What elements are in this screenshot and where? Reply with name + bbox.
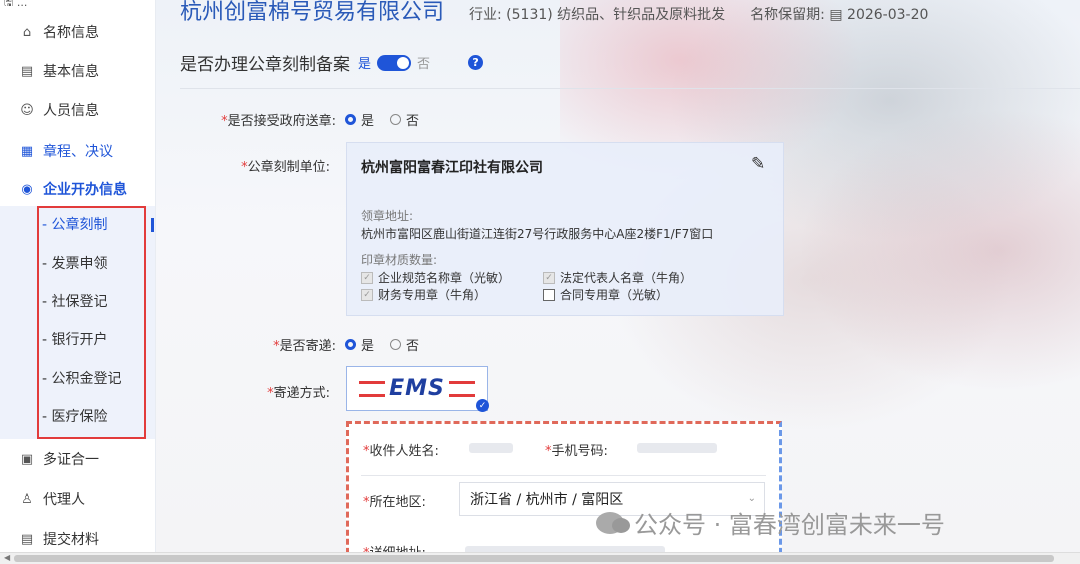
header-divider: [180, 88, 1080, 89]
checkbox-empty-icon: [543, 288, 555, 301]
ems-wing-icon: [448, 380, 475, 397]
sidebar-item-label: 多证合一: [43, 452, 99, 468]
people-icon: ☺: [20, 102, 34, 118]
submit-icon: ▤: [20, 531, 34, 547]
mail-no-label: 否: [406, 339, 420, 354]
sidebar-item-articles[interactable]: ▦ 章程、决议: [0, 133, 155, 169]
gov-seal-yes-radio[interactable]: [345, 114, 356, 125]
checkbox-checked-icon: ✓: [543, 271, 555, 284]
seal-item-checkbox: ✓ 财务专用章（牛角）: [361, 286, 486, 303]
sidebar-item-label: 企业开办信息: [43, 182, 127, 198]
recipient-name-input[interactable]: [469, 443, 513, 453]
gov-seal-no-radio[interactable]: [390, 114, 402, 125]
sidebar-item-personnel-info[interactable]: ☺ 人员信息: [0, 92, 155, 128]
pickup-address-label: 领章地址:: [361, 209, 414, 223]
sidebar-item-basic-info[interactable]: ▤ 基本信息: [0, 53, 155, 89]
sidebar-item-label: 代理人: [43, 492, 85, 508]
main-content: 杭州创富棉号贸易有限公司 行业: (5131) 纺织品、针织品及原料批发 名称保…: [156, 0, 1080, 563]
sidebar-top-snippet: 🖫 ...: [4, 0, 27, 6]
company-header: 杭州创富棉号贸易有限公司 行业: (5131) 纺织品、针织品及原料批发 名称保…: [180, 0, 928, 26]
sidebar-item-label: 人员信息: [43, 103, 99, 119]
stack-icon: ▣: [20, 451, 34, 467]
building-icon: ◉: [21, 181, 33, 197]
seal-filing-question: 是否办理公章刻制备案 是 否 ?: [180, 50, 484, 75]
phone-label: *手机号码:: [545, 444, 608, 459]
seal-material-label: 印章材质数量:: [361, 253, 438, 267]
seal-item-checkbox[interactable]: 合同专用章（光敏）: [543, 286, 668, 303]
reserve-date: 名称保留期: ▤ 2026-03-20: [750, 7, 929, 23]
watermark-text: 公众号 · 富春湾创富未来一号: [634, 511, 945, 539]
industry-text: 行业: (5131) 纺织品、针织品及原料批发: [469, 7, 726, 23]
sidebar-item-agent[interactable]: ♙ 代理人: [0, 481, 155, 517]
seal-item-checkbox: ✓ 企业规范名称章（光敏）: [361, 269, 510, 286]
checkbox-checked-icon: ✓: [361, 288, 373, 301]
agent-icon: ♙: [21, 491, 33, 507]
ems-wing-icon: [359, 380, 386, 397]
document-icon: ▦: [20, 143, 34, 159]
checkbox-checked-icon: ✓: [361, 271, 373, 284]
region-label: *所在地区:: [363, 495, 426, 510]
sidebar: 🖫 ... ⌂ 名称信息 ▤ 基本信息 ☺ 人员信息 ▦ 章程、决议 ◉ 企业开…: [0, 0, 156, 563]
seal-unit-card: 杭州富阳富春江印社有限公司 ✎ 领章地址: 杭州市富阳区鹿山街道江连街27号行政…: [346, 142, 784, 316]
scroll-left-icon[interactable]: ◀: [4, 553, 10, 562]
delivery-label: *寄递方式:: [267, 386, 330, 401]
gov-seal-no-label: 否: [406, 114, 420, 129]
mail-yes-label: 是: [361, 339, 375, 354]
form-divider: [361, 475, 766, 476]
toggle-no-label: 否: [417, 57, 431, 72]
sidebar-item-label: 章程、决议: [43, 144, 113, 160]
ems-option[interactable]: EMS ✓: [346, 366, 489, 412]
mail-no-radio[interactable]: [390, 339, 402, 350]
company-name: 杭州创富棉号贸易有限公司: [180, 0, 445, 25]
list-icon: ▤: [20, 63, 34, 79]
sidebar-item-label: 名称信息: [43, 25, 99, 41]
sidebar-item-enterprise-opening[interactable]: ◉ 企业开办信息: [0, 171, 155, 207]
selected-check-icon: ✓: [476, 399, 489, 412]
question-text: 是否办理公章刻制备案: [180, 55, 350, 75]
mail-yes-radio[interactable]: [345, 339, 356, 350]
gov-seal-radio-group: 是 否: [345, 110, 419, 129]
recipient-name-label: *收件人姓名:: [363, 444, 439, 459]
phone-input[interactable]: [637, 443, 717, 453]
ems-logo: EMS: [389, 376, 445, 401]
horizontal-scrollbar[interactable]: ◀: [0, 552, 1080, 564]
sidebar-item-label: 提交材料: [43, 532, 99, 548]
seal-item-checkbox: ✓ 法定代表人名章（牛角）: [543, 269, 692, 286]
scrollbar-thumb[interactable]: [14, 555, 1054, 562]
seal-unit-label: *公章刻制单位:: [241, 160, 330, 175]
chevron-down-icon: ⌄: [747, 493, 756, 504]
sidebar-item-multi-cert[interactable]: ▣ 多证合一: [0, 441, 155, 477]
home-icon: ⌂: [22, 24, 32, 40]
toggle-yes-label: 是: [358, 57, 372, 72]
wechat-icon: [596, 511, 630, 534]
seal-company-name: 杭州富阳富春江印社有限公司: [361, 160, 543, 176]
subnav-highlight-box: [37, 206, 146, 439]
active-indicator: [151, 218, 154, 232]
gov-seal-label: *是否接受政府送章:: [221, 114, 336, 129]
mail-label: *是否寄递:: [273, 339, 336, 354]
watermark: 公众号 · 富春湾创富未来一号: [596, 505, 945, 540]
gov-seal-yes-label: 是: [361, 114, 375, 129]
mail-radio-group: 是 否: [345, 335, 419, 354]
recipient-form: *收件人姓名: *手机号码: *所在地区: 浙江省 / 杭州市 / 富阳区 ⌄ …: [346, 421, 782, 563]
edit-icon[interactable]: ✎: [751, 154, 765, 174]
sidebar-item-label: 基本信息: [43, 64, 99, 80]
help-icon[interactable]: ?: [468, 55, 484, 70]
pickup-address: 杭州市富阳区鹿山街道江连街27号行政服务中心A座2楼F1/F7窗口: [361, 227, 714, 241]
sidebar-item-name-info[interactable]: ⌂ 名称信息: [0, 14, 155, 50]
seal-filing-toggle[interactable]: [377, 54, 412, 71]
